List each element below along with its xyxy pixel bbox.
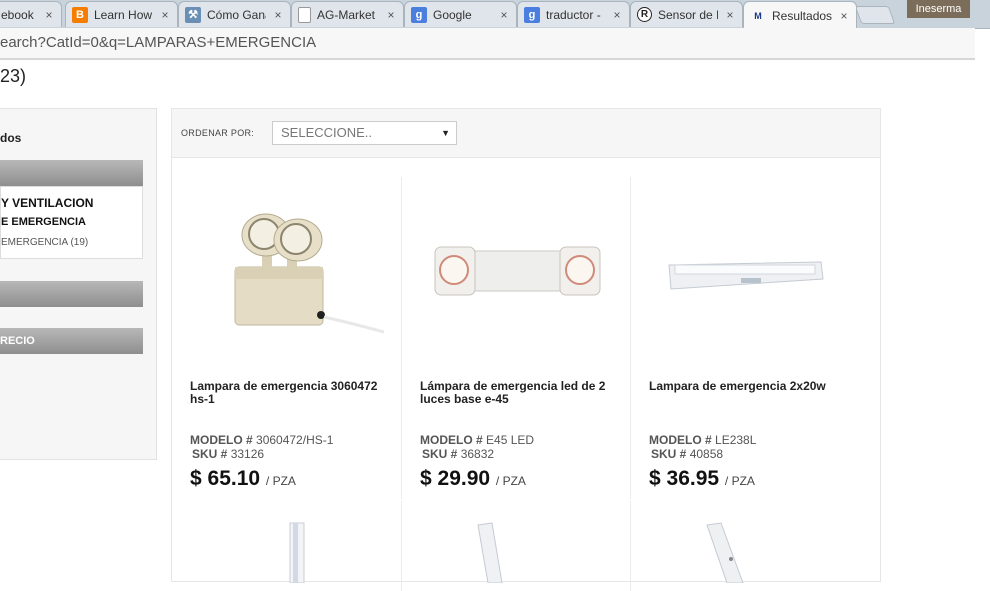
tab-sensor[interactable]: R Sensor de I × — [630, 1, 743, 27]
tube-light-icon — [477, 522, 503, 584]
twin-spot-emergency-light-icon — [234, 213, 385, 334]
price-unit: / PZA — [265, 474, 296, 488]
tab-facebook[interactable]: ebook × — [0, 1, 62, 27]
close-icon[interactable]: × — [159, 8, 171, 22]
tab-learn-how[interactable]: B Learn How × — [65, 1, 178, 27]
tab-title: ebook — [1, 7, 34, 22]
model-label: MODELO # — [190, 433, 253, 447]
address-bar[interactable]: earch?CatId=0&q=LAMPARAS+EMERGENCIA — [0, 28, 975, 60]
price-value: $ 29.90 — [420, 467, 491, 490]
led-twin-emergency-light-icon — [434, 246, 601, 296]
profile-button[interactable]: Ineserma — [907, 0, 970, 18]
sku-label: SKU # — [192, 447, 228, 461]
registered-icon: R — [637, 7, 652, 22]
close-icon[interactable]: × — [838, 9, 850, 23]
url-text[interactable]: earch?CatId=0&q=LAMPARAS+EMERGENCIA — [0, 34, 316, 51]
price-value: $ 65.10 — [190, 467, 261, 490]
product-card-partial[interactable] — [401, 501, 631, 591]
close-icon[interactable]: × — [385, 8, 397, 22]
product-results: ORDENAR POR: SELECCIONE.. ▼ Lampara de e… — [171, 108, 881, 591]
product-image[interactable] — [631, 177, 860, 372]
model-value: 3060472/HS-1 — [256, 433, 334, 447]
product-price: $ 36.95 / PZA — [649, 467, 755, 491]
sku-label: SKU # — [651, 447, 687, 461]
category-list: Y VENTILACION E EMERGENCIA EMERGENCIA (1… — [0, 186, 143, 259]
product-name[interactable]: Lampara de emergencia 3060472 hs-1 — [190, 380, 390, 406]
price-filter-bar[interactable]: RECIO — [0, 328, 143, 354]
tab-title: Resultados — [772, 8, 832, 23]
product-sku: SKU # 36832 — [422, 447, 494, 461]
product-card-partial[interactable] — [172, 501, 401, 591]
sort-select[interactable]: SELECCIONE.. ▼ — [272, 121, 457, 145]
tab-ag-market[interactable]: AG-Market × — [291, 1, 404, 27]
tab-traductor[interactable]: g traductor - × — [517, 1, 630, 27]
tab-como-gana[interactable]: ⚒ Cómo Gana × — [178, 1, 291, 27]
category-item[interactable]: Y VENTILACION — [1, 196, 93, 210]
sku-value: 36832 — [460, 447, 495, 461]
document-icon — [298, 6, 311, 23]
product-price: $ 65.10 / PZA — [190, 467, 296, 491]
price-unit: / PZA — [724, 474, 755, 488]
google-icon: g — [411, 6, 427, 23]
product-image[interactable] — [172, 177, 401, 372]
category-item[interactable]: EMERGENCIA (19) — [1, 237, 88, 248]
product-card[interactable]: Lampara de emergencia 2x20w MODELO # LE2… — [630, 177, 859, 499]
sort-bar: ORDENAR POR: SELECCIONE.. ▼ — [172, 109, 880, 158]
model-label: MODELO # — [649, 433, 712, 447]
price-unit: / PZA — [495, 474, 526, 488]
product-card-partial[interactable] — [630, 501, 860, 591]
filter-section-bar[interactable] — [0, 160, 143, 186]
tab-title: Cómo Gana — [207, 7, 266, 22]
tab-title: traductor - — [546, 7, 601, 22]
tab-title: Learn How — [94, 7, 153, 22]
product-model: MODELO # E45 LED — [420, 433, 534, 447]
model-label: MODELO # — [420, 433, 483, 447]
close-icon[interactable]: × — [43, 8, 55, 22]
category-item[interactable]: E EMERGENCIA — [1, 216, 86, 228]
fluorescent-emergency-light-icon — [668, 261, 824, 290]
close-icon[interactable]: × — [724, 8, 736, 22]
result-count: 23) — [0, 66, 27, 86]
product-model: MODELO # LE238L — [649, 433, 756, 447]
close-icon[interactable]: × — [272, 8, 284, 22]
product-price: $ 29.90 / PZA — [420, 467, 526, 491]
tool-icon: ⚒ — [185, 6, 201, 23]
product-card[interactable]: Lampara de emergencia 3060472 hs-1 MODEL… — [172, 177, 401, 499]
tube-light-icon — [706, 522, 744, 584]
product-model: MODELO # 3060472/HS-1 — [190, 433, 333, 447]
new-tab-button[interactable] — [854, 6, 896, 24]
chevron-down-icon: ▼ — [441, 128, 450, 138]
product-sku: SKU # 40858 — [651, 447, 723, 461]
price-value: $ 36.95 — [649, 467, 720, 490]
tab-title: Google — [433, 7, 472, 22]
close-icon[interactable]: × — [611, 8, 623, 22]
model-value: E45 LED — [486, 433, 535, 447]
product-image[interactable] — [402, 177, 631, 372]
sku-label: SKU # — [422, 447, 458, 461]
sort-selected-value: SELECCIONE.. — [281, 125, 373, 140]
tube-light-icon — [289, 522, 305, 584]
close-icon[interactable]: × — [498, 8, 510, 22]
tab-google[interactable]: g Google × — [404, 1, 517, 27]
sku-value: 40858 — [689, 447, 724, 461]
sort-label: ORDENAR POR: — [181, 128, 255, 138]
blogger-icon: B — [72, 6, 88, 23]
sidebar-heading: dos — [0, 131, 22, 145]
filter-section-bar[interactable] — [0, 281, 143, 307]
product-name[interactable]: Lampara de emergencia 2x20w — [649, 380, 849, 393]
filter-sidebar: dos Y VENTILACION E EMERGENCIA EMERGENCI… — [0, 108, 157, 460]
product-card[interactable]: Lámpara de emergencia led de 2 luces bas… — [401, 177, 630, 499]
site-icon: M — [754, 10, 762, 21]
tab-title: Sensor de I — [658, 7, 718, 22]
product-name[interactable]: Lámpara de emergencia led de 2 luces bas… — [420, 380, 620, 406]
google-icon: g — [524, 6, 540, 23]
product-sku: SKU # 33126 — [192, 447, 264, 461]
model-value: LE238L — [715, 433, 757, 447]
sku-value: 33126 — [230, 447, 265, 461]
browser-tab-strip: ebook × B Learn How × ⚒ Cómo Gana × AG-M… — [0, 0, 990, 29]
tab-title: AG-Market — [317, 7, 376, 22]
tab-resultados[interactable]: M Resultados × — [743, 1, 857, 28]
